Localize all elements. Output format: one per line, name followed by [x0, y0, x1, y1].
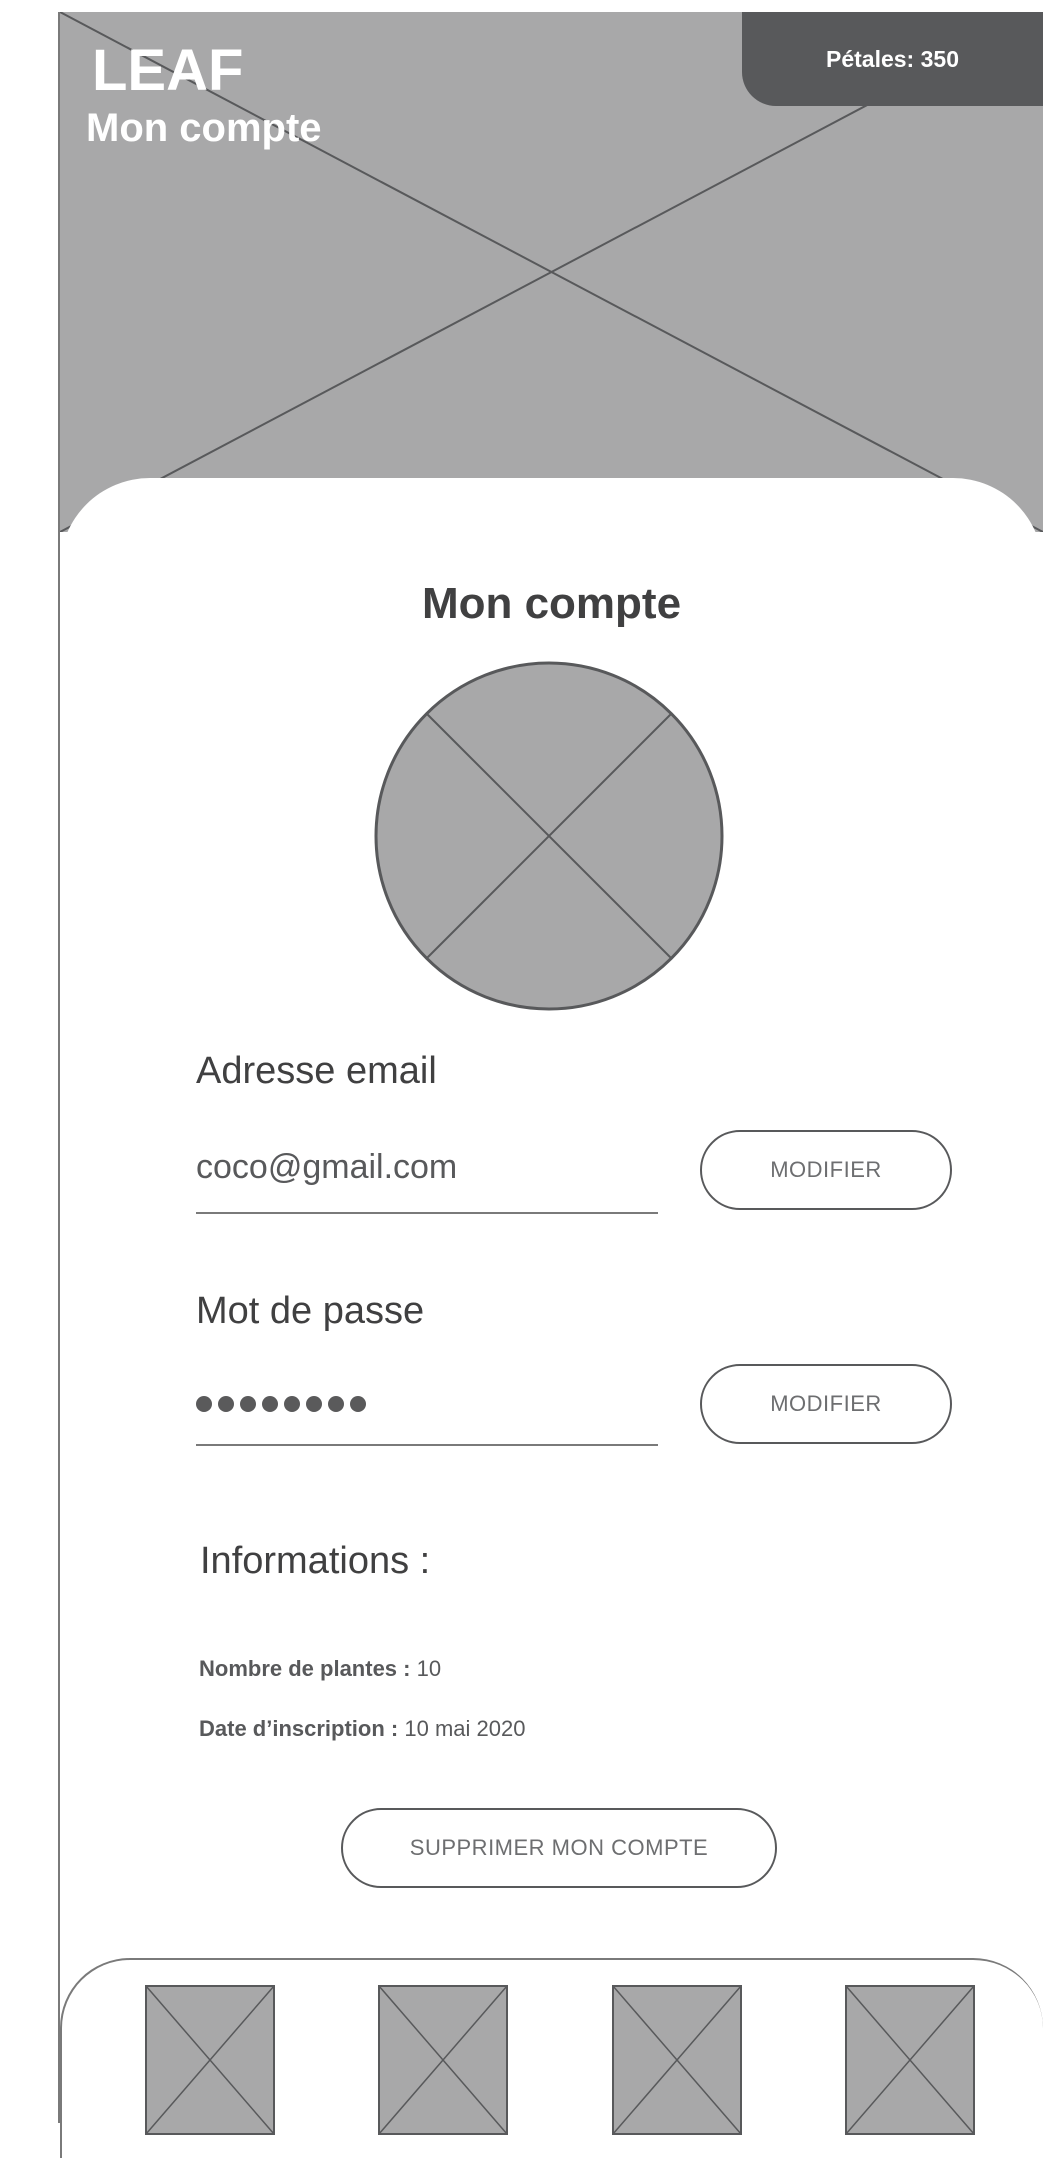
password-dots — [196, 1396, 366, 1412]
password-dot — [350, 1396, 366, 1412]
delete-account-label: SUPPRIMER MON COMPTE — [409, 1835, 709, 1860]
email-field[interactable]: coco@gmail.com — [196, 1142, 658, 1214]
password-dot — [196, 1396, 212, 1412]
password-dot — [306, 1396, 322, 1412]
nav-icon-4[interactable] — [845, 1985, 975, 2135]
petals-count: Pétales: 350 — [826, 45, 959, 72]
nav-icon-1[interactable] — [145, 1985, 275, 2135]
password-dot — [218, 1396, 234, 1412]
password-dot — [284, 1396, 300, 1412]
password-dot — [262, 1396, 278, 1412]
password-dot — [240, 1396, 256, 1412]
email-value: coco@gmail.com — [196, 1148, 458, 1186]
delete-account-button[interactable]: SUPPRIMER MON COMPTE — [341, 1808, 777, 1888]
page-title: Mon compte — [421, 579, 682, 628]
info-heading: Informations : — [200, 1540, 431, 1582]
nav-icon-2[interactable] — [378, 1985, 508, 2135]
plants-count-line: Nombre de plantes : 10 — [199, 1658, 441, 1680]
modify-email-label: MODIFIER — [770, 1157, 882, 1182]
password-dot — [328, 1396, 344, 1412]
plants-count-label: Nombre de plantes : — [199, 1656, 411, 1681]
modify-email-button[interactable]: MODIFIER — [700, 1130, 952, 1210]
password-label: Mot de passe — [196, 1290, 425, 1332]
email-label: Adresse email — [196, 1050, 437, 1092]
signup-date-label: Date d’inscription : — [199, 1716, 399, 1741]
petals-badge: Pétales: 350 — [742, 12, 1043, 106]
avatar[interactable] — [373, 660, 725, 1012]
nav-icon-3[interactable] — [612, 1985, 742, 2135]
app-logo-text: LEAF — [92, 38, 244, 103]
signup-date-value: 10 mai 2020 — [404, 1716, 526, 1741]
password-field[interactable] — [196, 1374, 658, 1446]
page-subtitle: Mon compte — [86, 106, 322, 150]
modify-password-button[interactable]: MODIFIER — [700, 1364, 952, 1444]
signup-date-line: Date d’inscription : 10 mai 2020 — [199, 1718, 525, 1740]
modify-password-label: MODIFIER — [770, 1391, 882, 1416]
plants-count-value: 10 — [416, 1656, 442, 1681]
